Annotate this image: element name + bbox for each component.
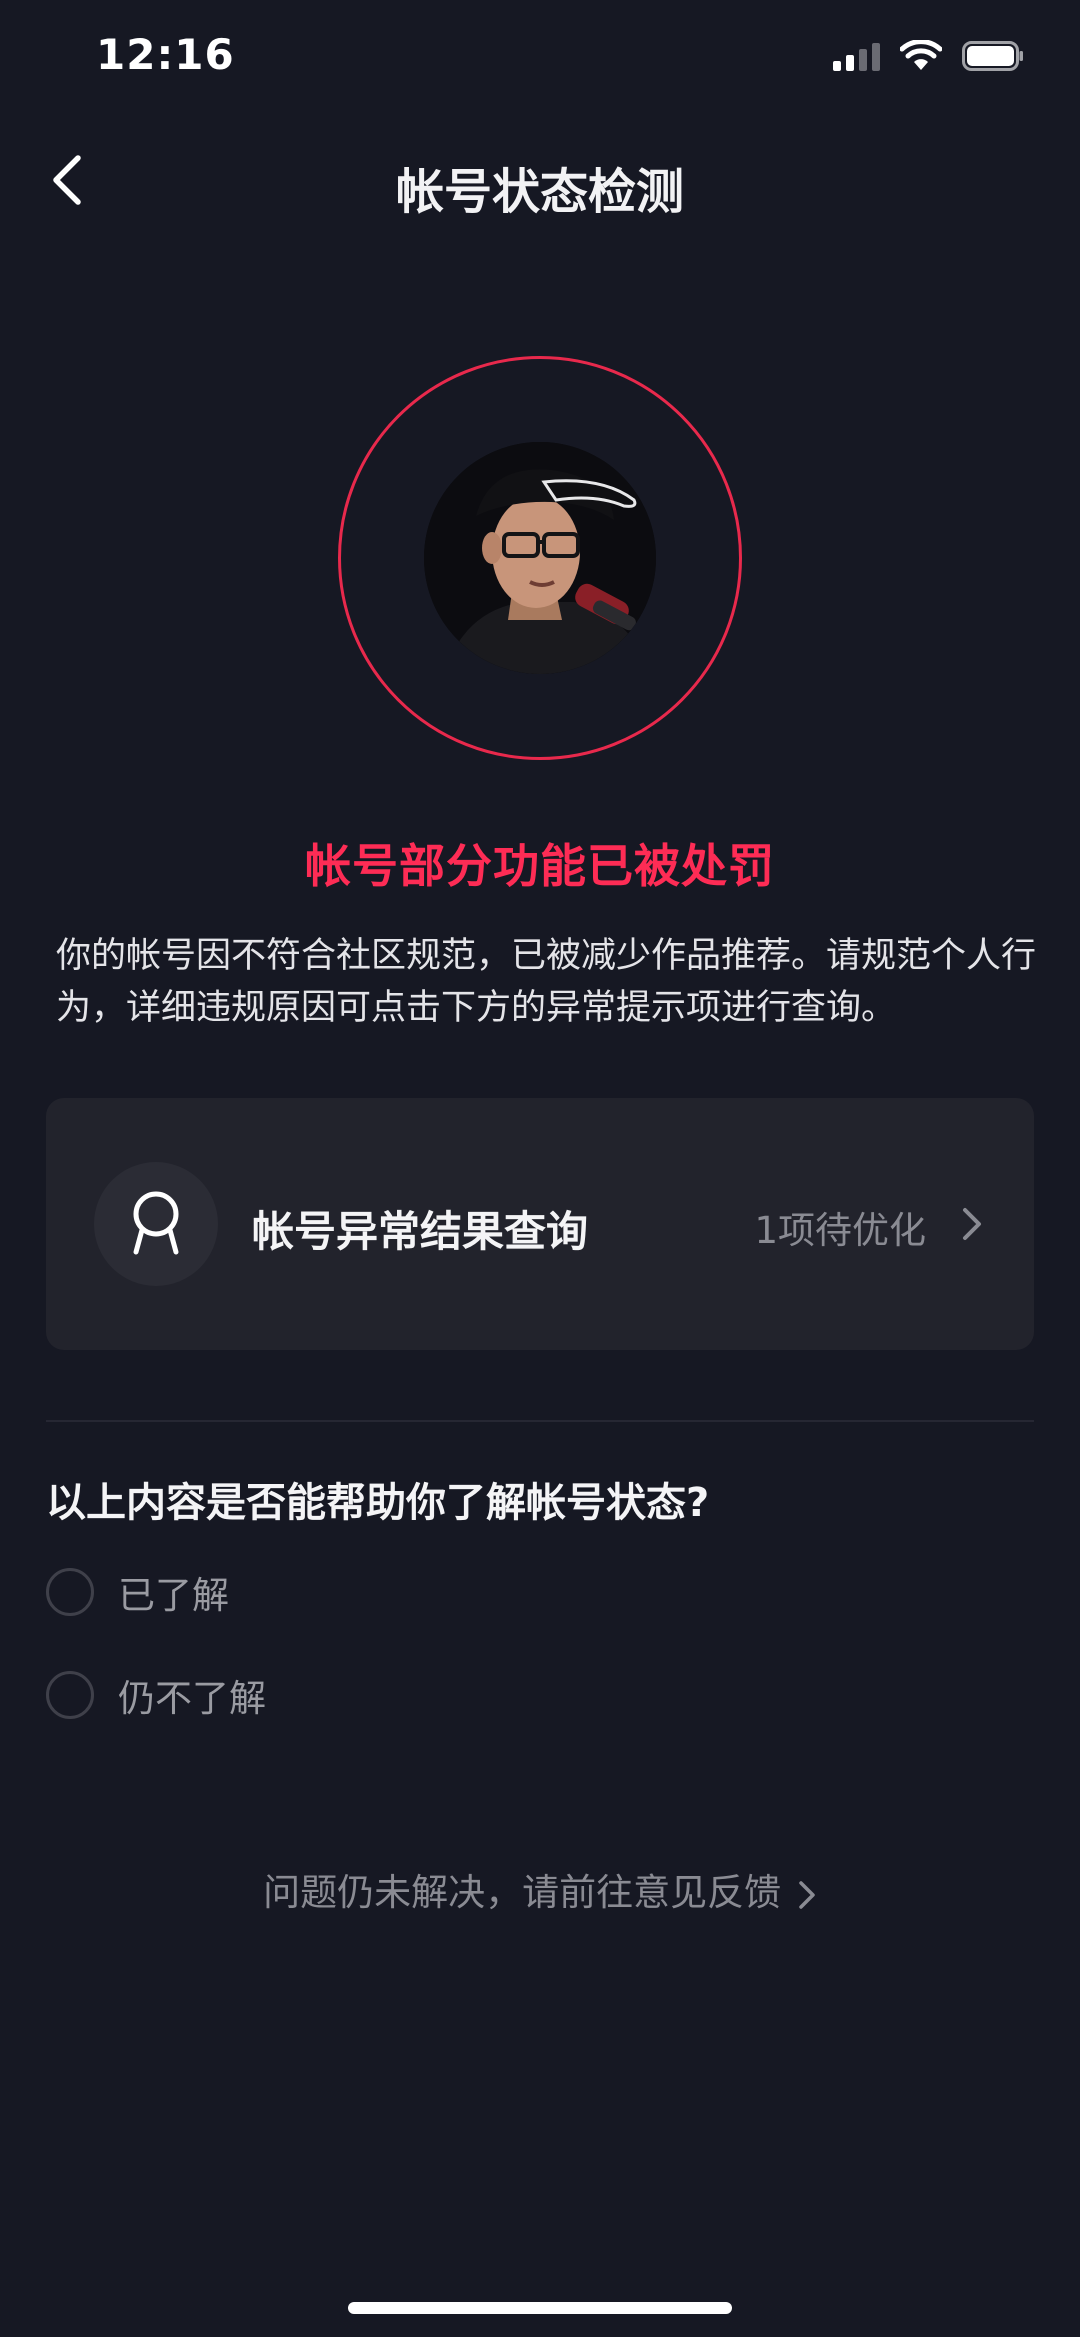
penalty-title: 帐号部分功能已被处罚 — [305, 839, 775, 893]
radio-button[interactable] — [46, 1568, 94, 1616]
home-indicator — [348, 2302, 732, 2314]
option-label: 已了解 — [118, 1574, 229, 1617]
status-time: 12:16 — [96, 30, 235, 79]
radio-button[interactable] — [46, 1671, 94, 1719]
divider — [46, 1420, 1034, 1422]
feedback-link-text: 问题仍未解决，请前往意见反馈 — [263, 1871, 782, 1914]
penalty-description: 你的帐号因不符合社区规范，已被减少作品推荐。请规范个人行为，详细违规原因可点击下… — [56, 936, 1037, 1028]
status-bar: 12:16 — [0, 0, 1080, 120]
header: 帐号状态检测 — [0, 130, 1080, 230]
battery-icon — [962, 41, 1023, 71]
card-icon-container — [94, 1162, 218, 1286]
avatar-image — [424, 442, 656, 674]
chevron-right-icon — [799, 1880, 815, 1909]
card-title: 帐号异常结果查询 — [252, 1207, 589, 1256]
user-badge-icon — [133, 1191, 179, 1255]
cellular-signal-icon — [833, 41, 880, 71]
wifi-icon — [900, 40, 942, 70]
survey-option-not-understood[interactable]: 仍不了解 — [46, 1669, 266, 1721]
feedback-link[interactable]: 问题仍未解决，请前往意见反馈 — [0, 1862, 1080, 1916]
page-title: 帐号状态检测 — [395, 164, 684, 220]
status-icons — [833, 40, 1024, 72]
avatar — [424, 442, 656, 674]
option-label: 仍不了解 — [118, 1677, 266, 1720]
survey-question: 以上内容是否能帮助你了解帐号状态? — [46, 1480, 710, 1526]
card-status: 1项待优化 — [754, 1209, 926, 1252]
chevron-right-icon — [963, 1208, 981, 1240]
account-result-card[interactable]: 帐号异常结果查询 1项待优化 — [46, 1098, 1034, 1350]
survey-option-understood[interactable]: 已了解 — [46, 1566, 229, 1618]
